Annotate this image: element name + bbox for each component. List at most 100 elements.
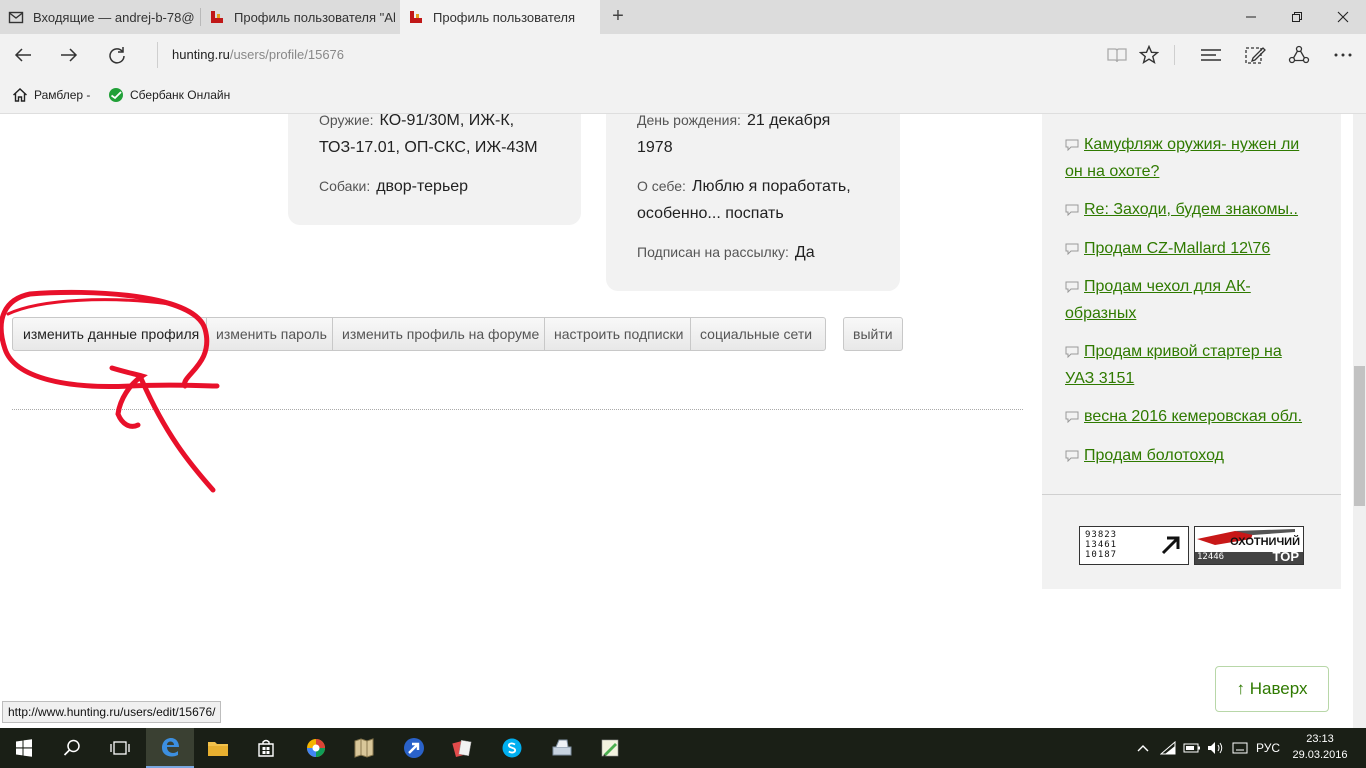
hub-button[interactable]	[1191, 34, 1231, 76]
configure-subscriptions-button[interactable]: настроить подписки	[544, 317, 691, 351]
more-button[interactable]	[1323, 34, 1363, 76]
dogs-label: Собаки:	[319, 178, 371, 194]
profile-card-right: День рождения: 21 декабря 1978 О себе: Люб…	[606, 114, 900, 291]
address-path: /users/profile/15676	[229, 47, 345, 62]
search-button[interactable]	[48, 728, 96, 768]
forward-button[interactable]	[46, 34, 92, 76]
sidebar-link-line2[interactable]: образных	[1065, 305, 1136, 322]
store-button[interactable]	[242, 728, 290, 768]
sidebar-link-line2[interactable]: УАЗ 3151	[1065, 370, 1134, 387]
taskbar-clock[interactable]: 23:13 29.03.2016	[1290, 731, 1350, 763]
sidebar-link[interactable]: Камуфляж оружия- нужен ли	[1084, 136, 1299, 153]
restore-button[interactable]	[1274, 0, 1320, 34]
mail-icon	[8, 9, 24, 25]
photo-app-icon	[307, 739, 325, 757]
minimize-button[interactable]	[1228, 0, 1274, 34]
volume-tray-button[interactable]	[1205, 728, 1227, 768]
arrow-app-icon	[404, 738, 424, 758]
tab-inbox[interactable]: Входящие — andrej-b-78@	[0, 0, 200, 34]
folder-icon	[208, 742, 228, 756]
about-label: О себе:	[637, 178, 686, 194]
subscription-value: Да	[794, 244, 815, 261]
sidebar-link[interactable]: Продам CZ-Mallard 12\76	[1084, 240, 1270, 257]
sidebar-link[interactable]: Продам болотоход	[1084, 447, 1224, 464]
edit-profile-data-button[interactable]: изменить данные профиля	[12, 317, 207, 351]
drawing-app-button[interactable]	[586, 728, 634, 768]
logout-button[interactable]: выйти	[843, 317, 903, 351]
sidebar-link[interactable]: Продам кривой стартер на	[1084, 343, 1282, 360]
edge-browser-icon	[162, 738, 179, 757]
birthday-value: 21 декабря	[746, 114, 831, 129]
visit-counter-badge[interactable]: 93823 13461 10187	[1079, 526, 1189, 565]
weapons-value: КО-91/30М, ИЖ-К,	[379, 114, 515, 129]
file-explorer-button[interactable]	[194, 728, 242, 768]
navigation-bar: hunting.ru/users/profile/15676	[0, 34, 1366, 76]
show-hidden-icons-button[interactable]	[1133, 728, 1153, 768]
sidebar-link[interactable]: Re: Заходи, будем знакомы..	[1084, 201, 1298, 218]
sidebar-link[interactable]: весна 2016 кемеровская обл.	[1084, 408, 1302, 425]
edit-forum-profile-button[interactable]: изменить профиль на форуме	[332, 317, 545, 351]
close-window-button[interactable]	[1320, 0, 1366, 34]
arrow-app-button[interactable]	[390, 728, 438, 768]
hunting-top-badge[interactable]: ОХОТНИЧИЙ 12446 TOP	[1194, 526, 1304, 565]
page-content: Оружие: КО-91/30М, ИЖ-К, ТОЗ-17.01, ОП-СК…	[0, 114, 1366, 728]
comment-bubble-icon	[1065, 346, 1079, 358]
sidebar-divider	[1042, 494, 1341, 495]
refresh-button[interactable]	[94, 34, 140, 76]
back-button[interactable]	[0, 34, 46, 76]
weapons-field-line2: ТОЗ-17.01, ОП-СКС, ИЖ-43М	[319, 134, 538, 161]
battery-tray-button[interactable]	[1181, 728, 1203, 768]
sidebar-link-line2[interactable]: он на охоте?	[1065, 163, 1159, 180]
weapons-value-line2: ТОЗ-17.01, ОП-СКС, ИЖ-43М	[319, 139, 538, 156]
web-note-button[interactable]	[1235, 34, 1275, 76]
profile-actions: изменить данные профиля изменить пароль …	[12, 317, 826, 351]
network-tray-button[interactable]	[1157, 728, 1179, 768]
language-indicator[interactable]: РУС	[1252, 728, 1284, 768]
tab-title: Профиль пользователя "Al	[234, 9, 396, 25]
share-icon	[1288, 45, 1310, 64]
scanner-app-button[interactable]	[538, 728, 586, 768]
skype-button[interactable]	[488, 728, 536, 768]
new-tab-button[interactable]: +	[606, 4, 630, 28]
task-view-button[interactable]	[96, 728, 144, 768]
profile-card-left: Оружие: КО-91/30М, ИЖ-К, ТОЗ-17.01, ОП-СК…	[288, 114, 581, 225]
tab-title: Профиль пользователя	[433, 9, 576, 25]
dotted-divider	[12, 409, 1023, 410]
favorites-bar: Рамблер - Сбербанк Онлайн	[0, 76, 1366, 114]
tab-profile-1[interactable]: Профиль пользователя "Al	[201, 0, 399, 34]
hunting-top-number: 12446	[1197, 552, 1225, 562]
share-button[interactable]	[1279, 34, 1319, 76]
forward-arrow-icon	[61, 48, 78, 62]
comment-bubble-icon	[1065, 139, 1079, 151]
favorite-sberbank[interactable]: Сбербанк Онлайн	[108, 76, 230, 114]
subscription-field: Подписан на рассылку: Да	[637, 239, 815, 266]
minimize-icon	[1246, 16, 1256, 18]
scroll-to-top-button[interactable]: ↑ Наверх	[1215, 666, 1329, 712]
skype-icon	[502, 738, 522, 758]
favorite-star-button[interactable]	[1129, 34, 1169, 76]
change-password-button[interactable]: изменить пароль	[206, 317, 333, 351]
scrollbar-thumb[interactable]	[1354, 366, 1365, 506]
list-item: Продам кривой стартер на УАЗ 3151	[1064, 339, 1314, 392]
about-value-line2: особенно... поспать	[637, 205, 784, 222]
address-bar[interactable]: hunting.ru/users/profile/15676	[157, 42, 344, 68]
social-networks-button[interactable]: социальные сети	[690, 317, 826, 351]
comment-bubble-icon	[1065, 243, 1079, 255]
comment-bubble-icon	[1065, 204, 1079, 216]
edge-taskbar-button[interactable]	[146, 728, 194, 768]
wifi-icon	[1160, 741, 1176, 755]
picasa-button[interactable]	[292, 728, 340, 768]
input-method-tray-button[interactable]	[1229, 728, 1251, 768]
comment-bubble-icon	[1065, 450, 1079, 462]
favorite-rambler[interactable]: Рамблер -	[12, 76, 90, 114]
windows-logo-icon	[16, 739, 32, 757]
sidebar-link[interactable]: Продам чехол для АК-	[1084, 278, 1251, 295]
more-dots-icon	[1334, 53, 1352, 57]
cards-app-button[interactable]	[438, 728, 486, 768]
list-item: Камуфляж оружия- нужен ли он на охоте?	[1064, 132, 1314, 185]
map-app-button[interactable]	[340, 728, 388, 768]
favorite-label: Рамблер -	[34, 88, 91, 102]
tab-profile-active[interactable]: Профиль пользователя	[400, 0, 600, 34]
start-button[interactable]	[0, 728, 48, 768]
weapons-label: Оружие:	[319, 114, 374, 128]
